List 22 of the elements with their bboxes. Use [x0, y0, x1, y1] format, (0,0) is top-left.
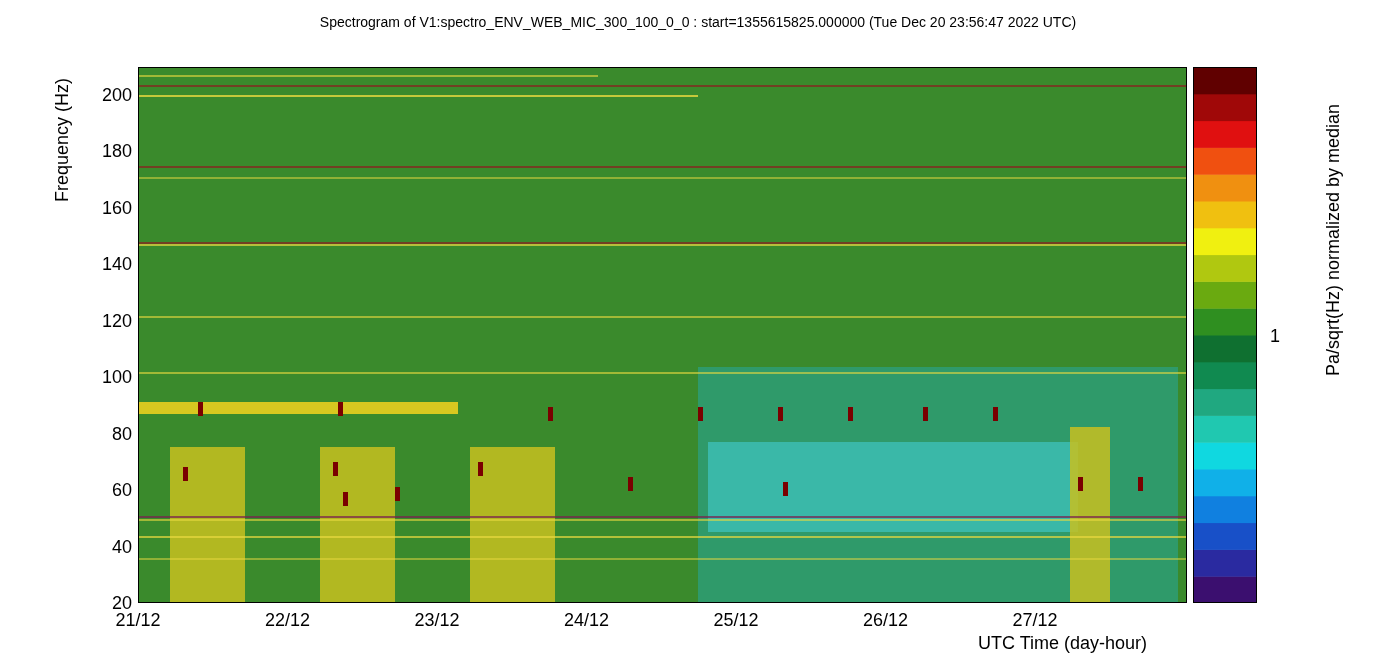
y-tick-label: 80: [110, 424, 132, 443]
y-tick-label: 200: [100, 86, 132, 104]
y-tick-label: 60: [110, 481, 132, 500]
x-tick-label: 25/12: [712, 611, 760, 629]
colorbar-label: Pa/sqrt(Hz) normalized by median: [1324, 102, 1342, 379]
x-tick-label: 21/12: [114, 611, 162, 629]
y-tick-label: 20: [110, 594, 132, 612]
y-tick-label: 160: [100, 198, 132, 217]
x-tick-label: 24/12: [562, 611, 610, 629]
x-tick-label: 27/12: [1011, 611, 1059, 629]
y-axis-label: Frequency (Hz): [53, 78, 71, 202]
x-tick-label: 23/12: [413, 611, 461, 629]
y-tick-label: 120: [100, 311, 132, 330]
plot-title: Spectrogram of V1:spectro_ENV_WEB_MIC_300_100_0_0 : start=1355615825.000000 (Tue Dec 20 23:56:47 2022 UTC): [319, 14, 1077, 30]
x-tick-label: 22/12: [263, 611, 311, 629]
x-axis-label: UTC Time (day-hour): [978, 634, 1148, 652]
y-tick-label: 140: [100, 255, 132, 274]
y-tick-label: 100: [100, 368, 132, 387]
y-tick-label: 180: [100, 142, 132, 161]
y-tick-label: 40: [110, 537, 132, 556]
colorbar-tick-label: 1: [1270, 327, 1280, 345]
x-tick-label: 26/12: [861, 611, 909, 629]
